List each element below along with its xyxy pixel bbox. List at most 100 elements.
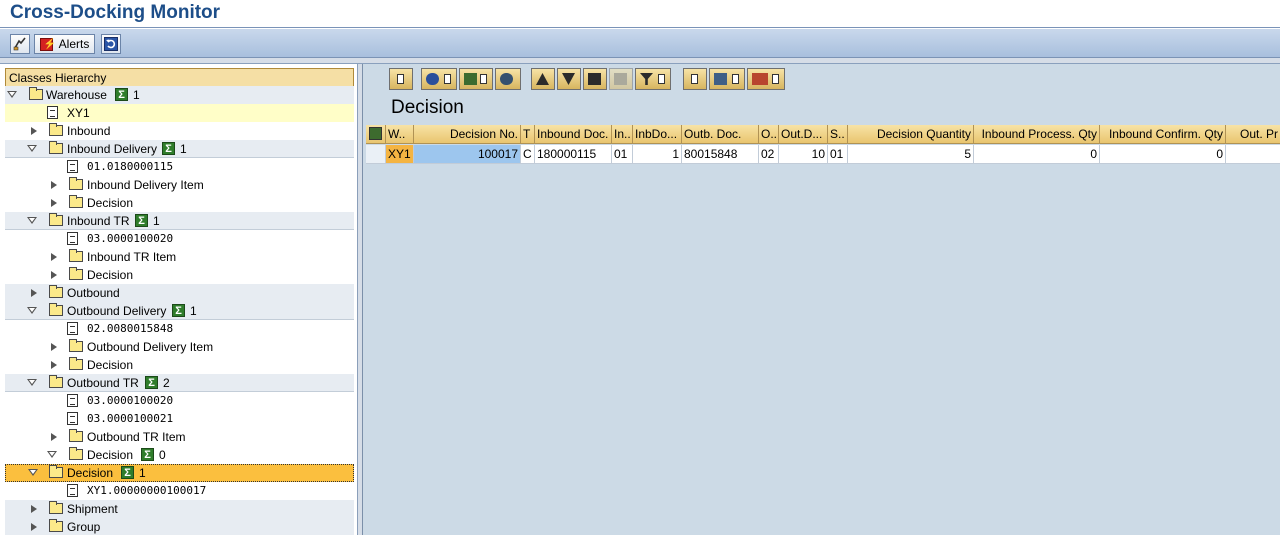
column-header[interactable]: O.. — [759, 125, 779, 144]
tree-node-outbound-tr-doc-2[interactable]: 03.0000100021 — [5, 410, 354, 428]
table-cell[interactable]: 01 — [828, 145, 848, 164]
tree-node-inbound-delivery-doc[interactable]: 01.0180000115 — [5, 158, 354, 176]
sum-icon: Σ — [135, 214, 148, 227]
select-all-icon — [369, 127, 382, 140]
table-cell[interactable]: 80015848 — [682, 145, 759, 164]
column-header[interactable]: Outb. Doc. — [682, 125, 759, 144]
column-header[interactable]: Inbound Process. Qty — [974, 125, 1100, 144]
table-cell[interactable]: 0 — [974, 145, 1100, 164]
table-cell[interactable]: 180000115 — [535, 145, 612, 164]
tree-node-outbound-delivery-decision[interactable]: Decision — [5, 356, 354, 374]
table-cell[interactable] — [1226, 145, 1280, 164]
sort-ascending-button[interactable] — [531, 68, 555, 90]
folder-icon — [49, 123, 63, 136]
layout-grid-icon — [752, 73, 768, 85]
expand-arrow-icon[interactable] — [51, 199, 57, 207]
section-title: Decision — [391, 97, 464, 118]
tree-header: Classes Hierarchy — [5, 68, 354, 88]
export-button[interactable] — [709, 68, 745, 90]
binoculars-next-icon — [614, 73, 627, 85]
tree-node-outbound-delivery-item[interactable]: Outbound Delivery Item — [5, 338, 354, 356]
document-icon — [67, 160, 78, 173]
table-cell[interactable]: C — [521, 145, 535, 164]
filter-icon — [640, 73, 653, 85]
tree-node-decision-selected[interactable]: Decision Σ 1 — [5, 464, 354, 482]
document-icon — [67, 412, 78, 425]
table-cell[interactable]: 0 — [1100, 145, 1226, 164]
tree-node-inbound[interactable]: Inbound — [5, 122, 354, 140]
layout-button[interactable] — [747, 68, 785, 90]
column-header[interactable]: InbDo... — [633, 125, 682, 144]
tree-node-outbound-tr[interactable]: Outbound TR Σ 2 — [5, 374, 354, 392]
find-next-button[interactable] — [609, 68, 633, 90]
table-cell[interactable]: 02 — [759, 145, 779, 164]
tree-node-outbound-tr-item[interactable]: Outbound TR Item — [5, 428, 354, 446]
tree-node-decision-doc[interactable]: XY1.00000000100017 — [5, 482, 354, 500]
check-button[interactable] — [421, 68, 457, 90]
column-header[interactable]: Out. Pr — [1226, 125, 1280, 144]
column-header[interactable]: Inbound Confirm. Qty — [1100, 125, 1226, 144]
display-button[interactable] — [495, 68, 521, 90]
expand-arrow-icon[interactable] — [51, 433, 57, 441]
row-selector[interactable] — [366, 145, 386, 164]
table-cell[interactable]: 10 — [779, 145, 828, 164]
tree-node-inbound-delivery[interactable]: Inbound Delivery Σ 1 — [5, 140, 354, 158]
sort-descending-icon — [562, 73, 575, 85]
table-cell[interactable]: 5 — [848, 145, 974, 164]
expand-arrow-icon[interactable] — [51, 271, 57, 279]
column-header[interactable]: In.. — [612, 125, 633, 144]
expand-arrow-icon[interactable] — [31, 523, 37, 531]
expand-arrow-icon[interactable] — [31, 127, 37, 135]
tree-node-shipment[interactable]: Shipment — [5, 500, 354, 518]
tree-node-outbound[interactable]: Outbound — [5, 284, 354, 302]
refresh-button[interactable] — [101, 34, 121, 54]
table-cell[interactable]: 100017 — [414, 145, 521, 164]
table-cell[interactable]: XY1 — [386, 145, 414, 164]
table-cell[interactable]: 1 — [633, 145, 682, 164]
tree-node-inbound-tr-decision[interactable]: Decision — [5, 266, 354, 284]
column-header[interactable]: Inbound Doc. — [535, 125, 612, 144]
column-header[interactable]: Decision Quantity — [848, 125, 974, 144]
expand-arrow-icon[interactable] — [51, 181, 57, 189]
tree-node-xy1[interactable]: XY1 — [5, 104, 354, 122]
folder-icon — [49, 375, 63, 388]
tree-node-label: Inbound TR — [67, 214, 130, 228]
tree-node-warehouse[interactable]: Warehouse Σ 1 — [5, 86, 354, 104]
expand-arrow-icon[interactable] — [51, 361, 57, 369]
column-header[interactable]: S.. — [828, 125, 848, 144]
tree-node-group[interactable]: Group — [5, 518, 354, 535]
filter-button[interactable] — [635, 68, 671, 90]
tree-node-outbound-delivery-doc[interactable]: 02.0080015848 — [5, 320, 354, 338]
tree-node-inbound-tr-item[interactable]: Inbound TR Item — [5, 248, 354, 266]
tree-node-inbound-delivery-item[interactable]: Inbound Delivery Item — [5, 176, 354, 194]
column-header[interactable]: Decision No. — [414, 125, 521, 144]
print-button[interactable] — [683, 68, 707, 90]
find-button[interactable] — [583, 68, 607, 90]
sort-descending-button[interactable] — [557, 68, 581, 90]
alerts-button[interactable]: ⚡ Alerts — [34, 34, 95, 54]
action-button[interactable] — [459, 68, 493, 90]
tree-node-label: 01.0180000115 — [87, 160, 174, 173]
expand-arrow-icon[interactable] — [31, 289, 37, 297]
expand-arrow-icon[interactable] — [51, 343, 57, 351]
expand-arrow-icon[interactable] — [51, 253, 57, 261]
column-header[interactable]: T — [521, 125, 535, 144]
details-button[interactable] — [389, 68, 413, 90]
tree-node-outbound-tr-decision[interactable]: Decision Σ 0 — [5, 446, 354, 464]
column-header[interactable]: Out.D... — [779, 125, 828, 144]
tree-node-inbound-tr[interactable]: Inbound TR Σ 1 — [5, 212, 354, 230]
refresh-icon — [104, 37, 118, 51]
tree-node-outbound-delivery[interactable]: Outbound Delivery Σ 1 — [5, 302, 354, 320]
tree-node-label: Decision — [87, 196, 134, 210]
select-all-button[interactable] — [366, 125, 386, 144]
column-header[interactable]: W.. — [386, 125, 414, 144]
expand-arrow-icon[interactable] — [31, 505, 37, 513]
tree-node-inbound-delivery-decision[interactable]: Decision — [5, 194, 354, 212]
tree-node-inbound-tr-doc[interactable]: 03.0000100020 — [5, 230, 354, 248]
table-cell[interactable]: 01 — [612, 145, 633, 164]
dropdown-doc-icon — [444, 74, 451, 84]
tree-node-count: 1 — [133, 88, 140, 102]
tree-node-label: Outbound TR Item — [87, 430, 186, 444]
personalize-button[interactable] — [10, 34, 30, 54]
tree-node-outbound-tr-doc-1[interactable]: 03.0000100020 — [5, 392, 354, 410]
